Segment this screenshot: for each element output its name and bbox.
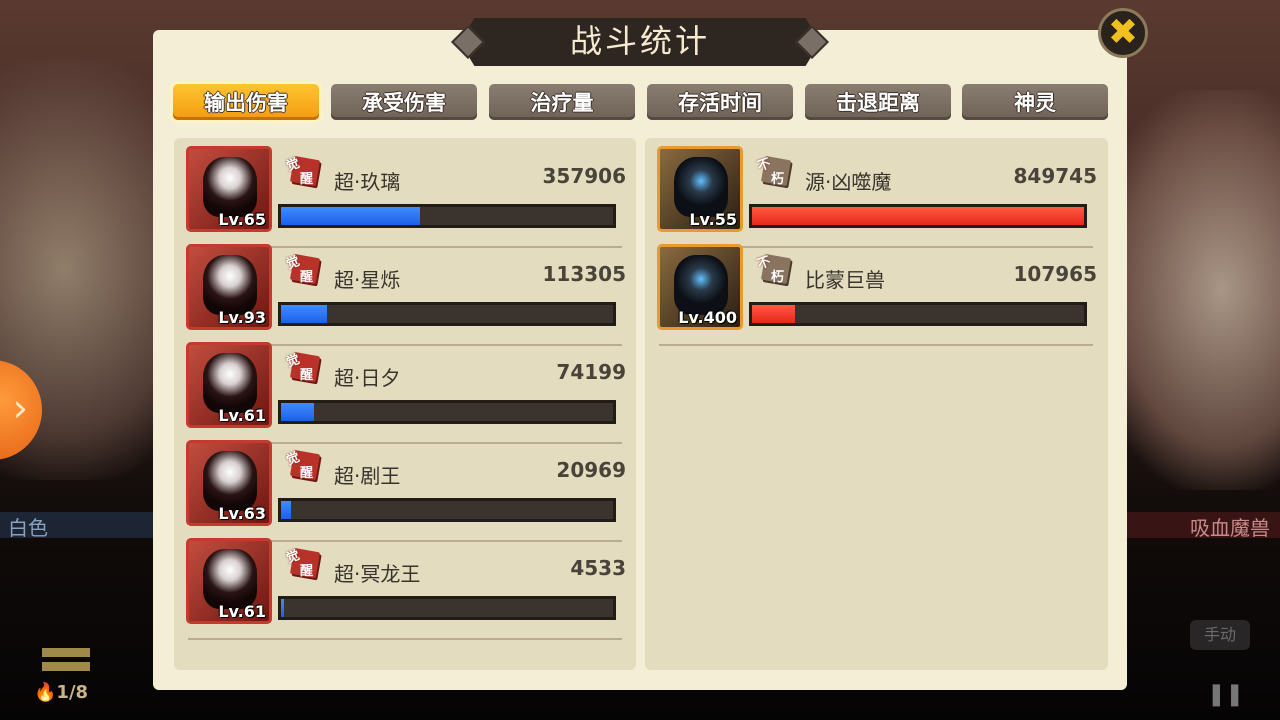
energy-counter: 🔥1/8 — [34, 682, 89, 703]
awaken-badge-icon: 觉醒 — [285, 252, 321, 286]
unit-level: Lv.61 — [218, 406, 266, 425]
chevron-right-icon: › — [12, 386, 28, 430]
unit-portrait — [203, 451, 257, 511]
enemy-team-panel: Lv.55 不朽源·凶噬魔 849745 Lv.400 不朽比蒙巨兽 107965 — [645, 138, 1108, 670]
unit-name: 比蒙巨兽 — [805, 268, 885, 292]
player-team-label: 白色 — [8, 516, 48, 540]
damage-bar — [278, 400, 616, 424]
damage-bar — [278, 498, 616, 522]
enemy-team-label: 吸血魔兽 — [1190, 516, 1270, 540]
unit-damage-value: 113305 — [542, 262, 627, 286]
unit-avatar[interactable]: Lv.63 — [186, 440, 272, 526]
unit-level: Lv.55 — [689, 210, 737, 229]
tab-1[interactable]: 承受伤害 — [331, 84, 477, 120]
unit-portrait — [203, 549, 257, 609]
unit-name: 超·日夕 — [334, 366, 401, 390]
unit-portrait — [203, 157, 257, 217]
damage-bar — [278, 204, 616, 228]
unit-name: 超·剧王 — [334, 464, 401, 488]
close-button[interactable]: ✖ — [1098, 8, 1148, 58]
damage-bar-fill — [281, 305, 328, 323]
damage-bar — [749, 302, 1087, 326]
unit-row: Lv.400 不朽比蒙巨兽 107965 — [657, 244, 1098, 346]
unit-name: 超·冥龙王 — [334, 562, 421, 586]
unit-level: Lv.63 — [218, 504, 266, 523]
dialog-title: 战斗统计 — [569, 22, 710, 60]
player-team-panel: Lv.65 觉醒超·玖璃 357906 Lv.93 觉醒超·星烁 113305 Lv.61 觉… — [174, 138, 636, 670]
unit-name: 源·凶噬魔 — [805, 170, 892, 194]
awaken-badge-icon: 觉醒 — [285, 448, 321, 482]
damage-bar — [749, 204, 1087, 228]
unit-avatar[interactable]: Lv.93 — [186, 244, 272, 330]
manual-mode-button[interactable]: 手动 — [1190, 620, 1250, 650]
unit-avatar[interactable]: Lv.61 — [186, 538, 272, 624]
awaken-badge-icon: 觉醒 — [285, 154, 321, 188]
damage-bar-fill — [281, 403, 315, 421]
unit-avatar[interactable]: Lv.65 — [186, 146, 272, 232]
damage-bar-fill — [281, 599, 285, 617]
unit-damage-value: 20969 — [556, 458, 626, 482]
unit-avatar[interactable]: Lv.55 — [657, 146, 743, 232]
unit-avatar[interactable]: Lv.400 — [657, 244, 743, 330]
unit-level: Lv.65 — [218, 210, 266, 229]
unit-damage-value: 4533 — [570, 556, 626, 580]
unit-row: Lv.55 不朽源·凶噬魔 849745 — [657, 146, 1098, 248]
damage-bar — [278, 596, 616, 620]
energy-gauge — [42, 648, 90, 676]
unit-level: Lv.93 — [218, 308, 266, 327]
unit-avatar[interactable]: Lv.61 — [186, 342, 272, 428]
unit-portrait — [203, 353, 257, 413]
unit-row: Lv.61 觉醒超·日夕 74199 — [186, 342, 626, 444]
unit-row: Lv.61 觉醒超·冥龙王 4533 — [186, 538, 626, 640]
tab-2[interactable]: 治疗量 — [489, 84, 635, 120]
row-divider — [188, 638, 622, 640]
unit-level: Lv.61 — [218, 602, 266, 621]
damage-bar-fill — [752, 305, 796, 323]
unit-name: 超·星烁 — [334, 268, 401, 292]
unit-portrait — [674, 157, 728, 217]
dialog-title-banner: 战斗统计 — [451, 18, 829, 66]
damage-bar-fill — [752, 207, 1084, 225]
immortal-badge-icon: 不朽 — [756, 252, 792, 286]
close-icon: ✖ — [1107, 12, 1139, 53]
unit-damage-value: 357906 — [542, 164, 627, 188]
row-divider — [659, 344, 1093, 346]
tab-5[interactable]: 神灵 — [962, 84, 1108, 120]
awaken-badge-icon: 觉醒 — [285, 546, 321, 580]
unit-row: Lv.63 觉醒超·剧王 20969 — [186, 440, 626, 542]
damage-bar — [278, 302, 616, 326]
unit-damage-value: 74199 — [556, 360, 626, 384]
tab-0[interactable]: 输出伤害 — [173, 84, 319, 120]
tab-4[interactable]: 击退距离 — [805, 84, 951, 120]
unit-name: 超·玖璃 — [334, 170, 401, 194]
damage-bar-fill — [281, 501, 291, 519]
unit-row: Lv.93 觉醒超·星烁 113305 — [186, 244, 627, 346]
tab-3[interactable]: 存活时间 — [647, 84, 793, 120]
unit-level: Lv.400 — [678, 308, 737, 327]
awaken-badge-icon: 觉醒 — [285, 350, 321, 384]
immortal-badge-icon: 不朽 — [756, 154, 792, 188]
unit-portrait — [203, 255, 257, 315]
unit-portrait — [674, 255, 728, 315]
energy-value: 1/8 — [56, 682, 89, 703]
unit-damage-value: 107965 — [1013, 262, 1098, 286]
damage-bar-fill — [281, 207, 421, 225]
pause-icon[interactable]: ❚❚ — [1207, 682, 1244, 707]
unit-damage-value: 849745 — [1013, 164, 1098, 188]
unit-row: Lv.65 觉醒超·玖璃 357906 — [186, 146, 627, 248]
